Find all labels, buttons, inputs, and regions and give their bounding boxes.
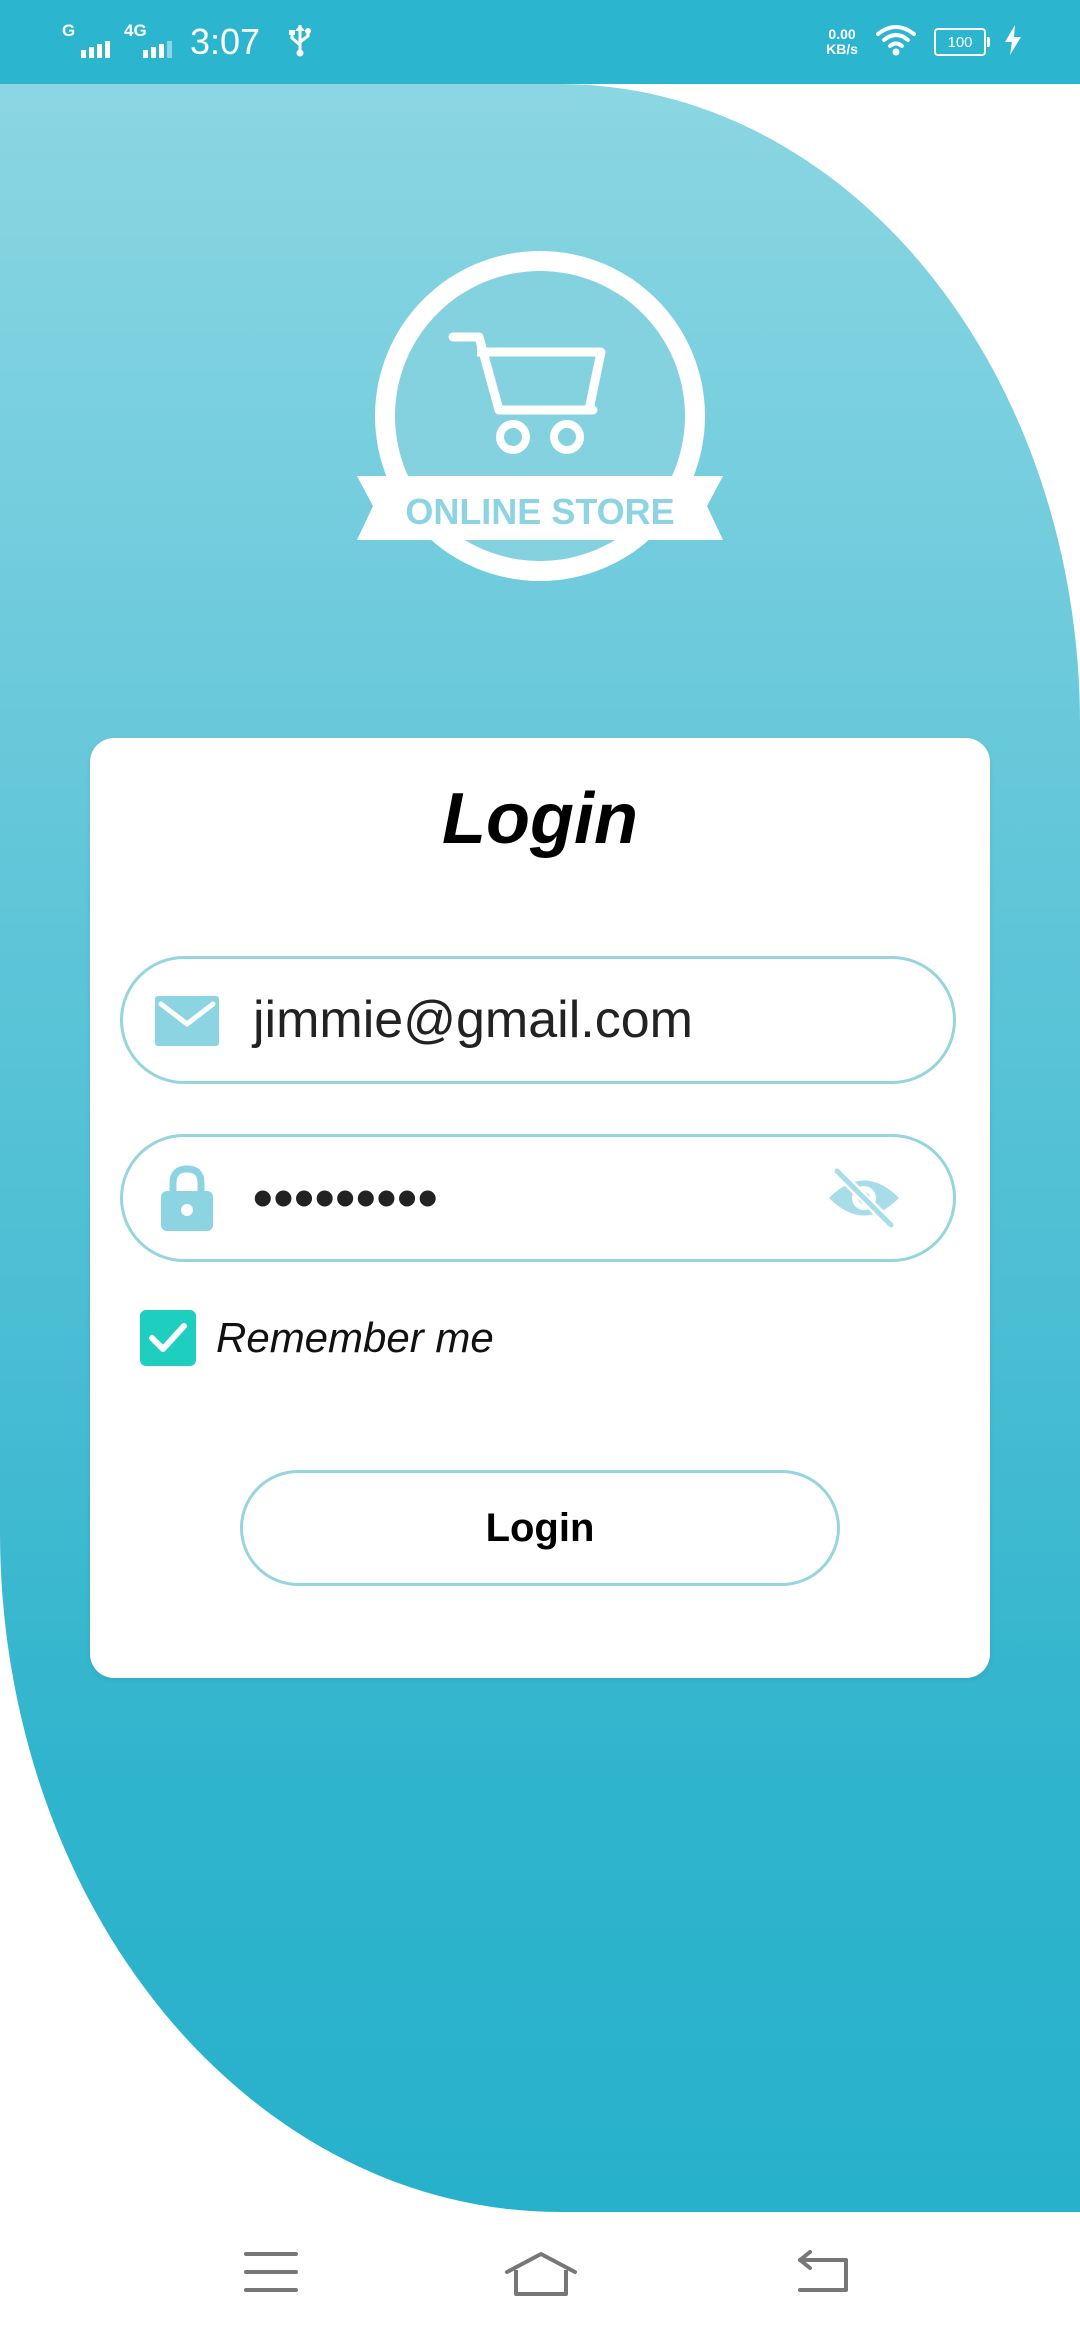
remember-me[interactable]: Remember me <box>140 1310 494 1366</box>
mail-icon <box>155 996 219 1051</box>
navigation-bar <box>0 2212 1080 2340</box>
email-field[interactable]: jimmie@gmail.com <box>120 956 956 1084</box>
login-button[interactable]: Login <box>240 1470 840 1586</box>
network-speed-value: 0.00 <box>828 26 856 42</box>
email-input[interactable]: jimmie@gmail.com <box>253 959 693 1081</box>
password-input[interactable]: ••••••••• <box>253 1137 438 1259</box>
network-speed: 0.00 KB/s <box>826 27 858 57</box>
logo-text: ONLINE STORE <box>405 491 674 532</box>
eye-off-icon[interactable] <box>827 1166 901 1234</box>
network-type-label: G <box>62 21 76 40</box>
network-type-label: 4G <box>124 21 147 40</box>
clock: 3:07 <box>190 21 261 62</box>
battery-icon: 100 <box>934 28 990 56</box>
login-card: Login jimmie@gmail.com ••••••••• Remembe… <box>90 738 990 1678</box>
remember-me-checkbox[interactable] <box>140 1310 196 1366</box>
check-icon <box>149 1323 187 1352</box>
menu-icon[interactable] <box>244 2250 298 2299</box>
back-icon[interactable] <box>796 2250 850 2299</box>
wifi-icon <box>876 24 916 61</box>
signal-icon: G <box>62 22 110 62</box>
lock-icon <box>161 1165 213 1236</box>
store-logo: ONLINE STORE <box>355 240 725 600</box>
battery-level: 100 <box>947 33 973 51</box>
login-title: Login <box>442 779 638 859</box>
remember-me-label: Remember me <box>216 1314 494 1361</box>
signal-icon: 4G <box>124 22 172 62</box>
home-icon[interactable] <box>504 2250 578 2303</box>
status-bar: G 4G 3:07 0.00 KB/s 100 <box>0 0 1080 84</box>
status-bar-left: G 4G 3:07 <box>62 0 312 84</box>
charging-icon <box>1004 24 1022 60</box>
status-bar-right: 0.00 KB/s 100 <box>826 0 1022 84</box>
password-field[interactable]: ••••••••• <box>120 1134 956 1262</box>
usb-icon <box>288 23 312 62</box>
network-speed-unit: KB/s <box>826 41 858 57</box>
